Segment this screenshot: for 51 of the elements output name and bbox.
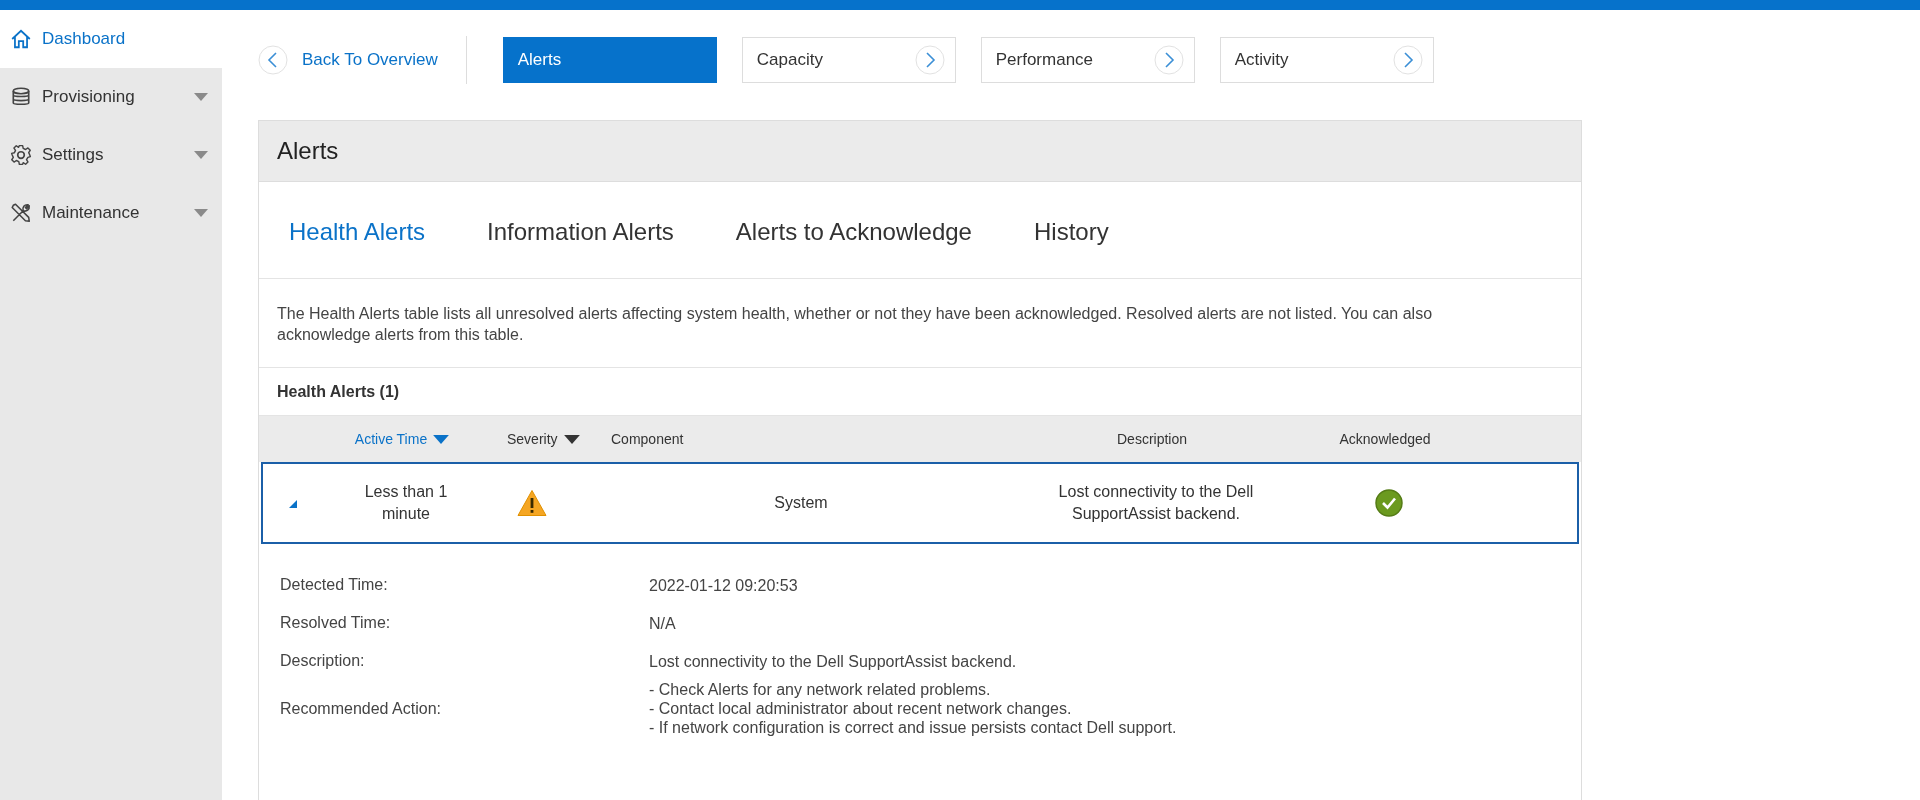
warning-icon xyxy=(517,489,547,517)
detail-value: - If network configuration is correct and issue persists contact Dell support. xyxy=(649,718,1178,737)
sort-header[interactable]: Severity xyxy=(487,431,607,447)
category-tab[interactable]: History xyxy=(1033,218,1109,246)
back-link[interactable]: Back To Overview xyxy=(258,45,466,75)
table-cell-text: Less than 1 minute xyxy=(363,482,449,524)
sort-caret-icon xyxy=(563,434,580,444)
detail-label: Recommended Action: xyxy=(280,699,442,718)
table-title: Health Alerts (1) xyxy=(277,382,400,401)
panel-title: Alerts xyxy=(277,137,339,165)
detail-value: - Contact local administrator about recent network changes. xyxy=(649,699,1073,718)
column-header: Acknowledged xyxy=(1338,431,1432,447)
sidebar-item[interactable]: Dashboard xyxy=(0,10,222,68)
nav-tab[interactable]: Alerts xyxy=(502,37,717,83)
category-tab[interactable]: Alerts to Acknowledge xyxy=(735,218,972,246)
detail-value: 2022-01-12 09:20:53 xyxy=(649,575,799,595)
description-text: The Health Alerts table lists all unresolved alerts affecting system health, whether or not they have been acknowledged. Resolved alerts are not listed. You can also acknowledge alerts from this table. xyxy=(259,279,1581,368)
category-tab[interactable]: Information Alerts xyxy=(487,218,674,246)
sort-header[interactable]: Active Time xyxy=(317,431,487,447)
detail-label: Resolved Time: xyxy=(280,614,392,632)
nav-tab[interactable]: Activity xyxy=(1219,37,1434,83)
nav-tab[interactable]: Capacity xyxy=(741,37,956,83)
expand-icon[interactable] xyxy=(287,498,297,508)
table-cell-text: System xyxy=(773,493,829,513)
sidebar-item[interactable]: Settings xyxy=(0,126,222,184)
chevron-right-icon xyxy=(914,45,945,75)
home-icon xyxy=(10,28,32,50)
check-circle-icon[interactable] xyxy=(1375,489,1403,517)
chevron-right-icon xyxy=(1392,45,1423,75)
detail-label: Detected Time: xyxy=(280,576,389,594)
sidebar-item[interactable]: Provisioning xyxy=(0,68,222,126)
sort-caret-icon xyxy=(433,434,450,444)
table-row[interactable]: Less than 1 minute System Lost connectivity to the Dell SupportAssist backend. xyxy=(261,462,1579,544)
settings-icon xyxy=(10,144,32,166)
sidebar-item[interactable]: Maintenance xyxy=(0,184,222,242)
database-icon xyxy=(10,86,32,108)
column-header: Component xyxy=(610,431,685,447)
category-tab[interactable]: Health Alerts xyxy=(289,218,426,246)
table-cell-text: Lost connectivity to the Dell SupportAssist backend. xyxy=(1057,482,1255,524)
tools-icon xyxy=(10,202,32,224)
caret-icon xyxy=(194,209,208,217)
caret-icon xyxy=(194,93,208,101)
detail-value: Lost connectivity to the Dell SupportAssist backend. xyxy=(649,651,1018,671)
column-header: Description xyxy=(1116,431,1188,447)
detail-value: - Check Alerts for any network related problems. xyxy=(649,680,992,699)
chevron-left-icon xyxy=(258,45,288,75)
detail-label: Description: xyxy=(280,652,366,670)
nav-tab[interactable]: Performance xyxy=(980,37,1195,83)
chevron-right-icon xyxy=(1153,45,1184,75)
detail-value: N/A xyxy=(649,613,677,633)
caret-icon xyxy=(194,151,208,159)
